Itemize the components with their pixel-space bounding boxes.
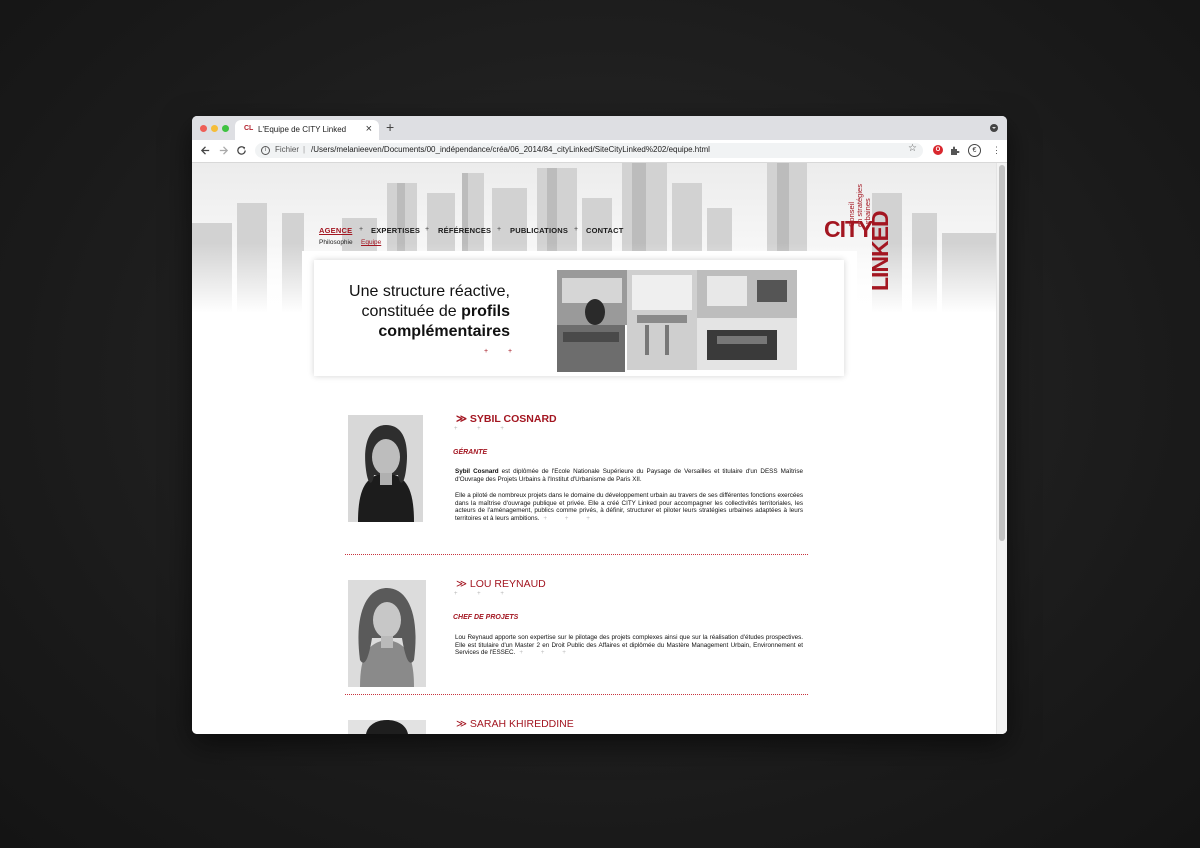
address-bar[interactable]: i Fichier | /Users/melanieeven/Documents… (255, 143, 923, 158)
hero-line-2-bold: profils (461, 303, 510, 320)
hero-line-3: complémentaires (378, 323, 510, 340)
main-nav: AGENCE + EXPERTISES + RÉFÉRENCES + PUBLI… (319, 226, 649, 238)
member-plus-marks: + + + (454, 426, 513, 432)
team-divider (345, 694, 808, 695)
favicon-icon: CL (244, 125, 254, 132)
nav-agence[interactable]: AGENCE (319, 226, 352, 235)
scheme-label: Fichier (275, 145, 300, 154)
url-text[interactable]: /Users/melanieeven/Documents/00_indépend… (311, 145, 710, 154)
opera-icon[interactable]: O (933, 145, 943, 155)
nav-references[interactable]: RÉFÉRENCES (438, 226, 491, 235)
tab-equipe[interactable]: CL L'Equipe de CITY Linked × (235, 120, 379, 140)
team-divider (345, 554, 808, 555)
bio-text: Elle a piloté de nombreux projets dans l… (455, 492, 803, 522)
scheme-separator: | (303, 145, 306, 154)
hero-tagline: Une structure réactive, constituée de pr… (314, 282, 510, 342)
member-bio: Lou Reynaud apporte son expertise sur le… (455, 634, 803, 666)
bio-name: Sybil Cosnard (455, 468, 499, 475)
member-name: ≫ SARAH KHIREDDINE (456, 718, 574, 730)
tab-search-icon[interactable] (990, 124, 998, 132)
puzzle-icon[interactable] (950, 146, 960, 156)
hero-line-2-text: constituée de (361, 303, 462, 320)
reload-icon[interactable] (236, 145, 247, 156)
hero-line-2: constituée de profils (314, 302, 510, 322)
portrait-lou-reynaud (348, 580, 426, 687)
browser-toolbar: i Fichier | /Users/melanieeven/Documents… (192, 140, 1007, 163)
hero-card: Une structure réactive, constituée de pr… (314, 260, 844, 376)
subnav-equipe[interactable]: Equipe (361, 239, 381, 246)
scrollbar-thumb[interactable] (999, 165, 1005, 541)
svg-text:urbaines: urbaines (863, 198, 872, 227)
bio-paragraph: Elle a piloté de nombreux projets dans l… (455, 492, 803, 522)
nav-separator: + (425, 226, 430, 233)
member-name: ≫ SYBIL COSNARD (456, 413, 557, 425)
close-tab-icon[interactable]: × (366, 123, 372, 135)
minimize-window-button[interactable] (211, 125, 218, 132)
hero-line-1: Une structure réactive, (349, 283, 510, 300)
bio-paragraph: Sybil Cosnard est diplômée de l'Ecole Na… (455, 468, 803, 483)
bio-end-plus: + + + (519, 649, 574, 657)
star-icon[interactable]: ☆ (908, 143, 917, 154)
close-window-button[interactable] (200, 125, 207, 132)
member-role: GÉRANTE (453, 449, 488, 456)
nav-publications[interactable]: PUBLICATIONS (510, 226, 568, 235)
member-plus-marks: + + + (454, 591, 513, 597)
vertical-scrollbar[interactable] (996, 163, 1007, 734)
forward-arrow-icon[interactable] (218, 145, 229, 156)
menu-icon[interactable]: ⋮ (992, 145, 1001, 156)
member-bio: Sybil Cosnard est diplômée de l'Ecole Na… (455, 468, 803, 532)
bio-end-plus: + + + (543, 514, 598, 522)
tab-title: L'Equipe de CITY Linked (258, 125, 347, 134)
nav-contact[interactable]: CONTACT (586, 226, 624, 235)
portrait-sybil-cosnard (348, 415, 423, 522)
back-arrow-icon[interactable] (200, 145, 211, 156)
maximize-window-button[interactable] (222, 125, 229, 132)
new-tab-button[interactable]: + (386, 120, 394, 134)
office-photo-collage (557, 270, 797, 372)
member-role: CHEF DE PROJETS (453, 614, 519, 621)
bio-paragraph: Lou Reynaud apporte son expertise sur le… (455, 634, 803, 657)
info-icon[interactable]: i (261, 146, 270, 155)
portrait-sarah-khireddine (348, 720, 426, 734)
bio-text: est diplômée de l'Ecole Nationale Supéri… (455, 468, 803, 483)
hero-banner: Une structure réactive, constituée de pr… (302, 251, 857, 376)
page-viewport: CITY LINKED Conseil en stratégies urbain… (192, 163, 1007, 734)
nav-separator: + (359, 226, 364, 233)
nav-separator: + (497, 226, 502, 233)
nav-expertises[interactable]: EXPERTISES (371, 226, 420, 235)
nav-separator: + (574, 226, 579, 233)
subnav-philosophie[interactable]: Philosophie (319, 239, 353, 246)
hero-plus-marks: + + (484, 348, 522, 355)
bio-text: Lou Reynaud apporte son expertise sur le… (455, 634, 803, 657)
member-name: ≫ LOU REYNAUD (456, 578, 546, 590)
avatar-icon[interactable]: € (968, 144, 981, 157)
browser-window: CL L'Equipe de CITY Linked × + i Fichier… (192, 116, 1007, 734)
tab-strip: CL L'Equipe de CITY Linked × + (192, 116, 1007, 140)
